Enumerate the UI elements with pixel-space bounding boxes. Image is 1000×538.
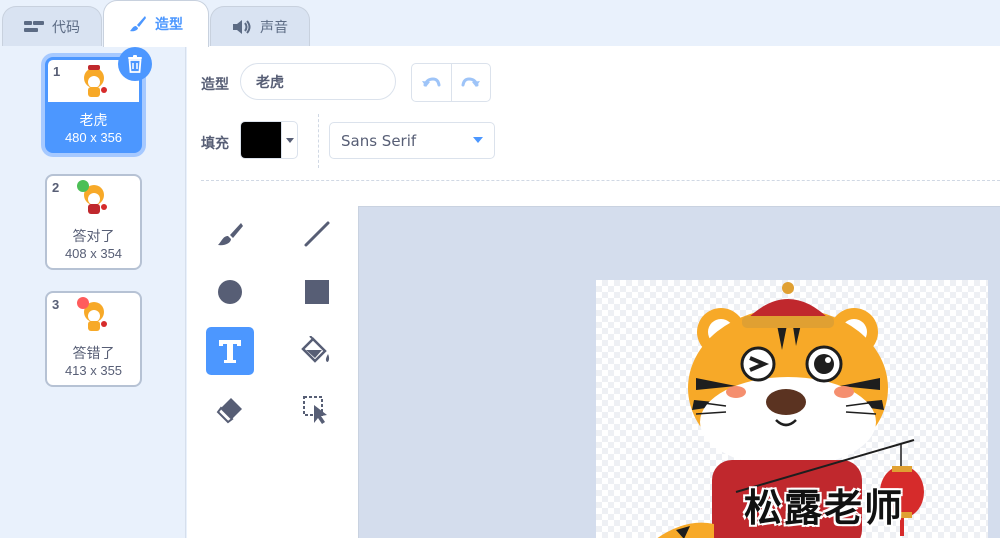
brush-tool[interactable] [206, 210, 254, 258]
fill-tool[interactable] [293, 327, 341, 375]
costume-name: 答对了 [72, 228, 115, 244]
chevron-down-icon [473, 137, 483, 143]
rectangle-tool[interactable] [293, 268, 341, 316]
toolbar-divider [318, 114, 319, 168]
text-tool[interactable] [206, 327, 254, 375]
costume-number: 1 [53, 64, 61, 79]
redo-button[interactable] [450, 64, 491, 101]
fill-color-picker[interactable] [240, 121, 298, 159]
paint-editor: 造型 填充 Sans Serif [187, 46, 1000, 538]
font-select[interactable]: Sans Serif [329, 122, 495, 159]
eraser-icon [216, 398, 242, 424]
brush-icon [130, 16, 146, 32]
redo-icon [461, 76, 480, 87]
costume-item-3[interactable]: 3 答错了 413 x 355 [45, 291, 142, 387]
cross-badge-icon [77, 297, 89, 309]
brush-icon [218, 223, 243, 246]
undo-button[interactable] [412, 64, 451, 101]
tab-costumes-label: 造型 [155, 16, 183, 32]
costume-number: 3 [52, 297, 60, 312]
costume-number: 2 [52, 180, 60, 195]
tiger-thumbnail-icon [83, 65, 107, 97]
canvas-area[interactable]: 松露老师 [358, 206, 1000, 538]
select-tool[interactable] [293, 386, 341, 434]
fill-color-swatch [241, 122, 281, 158]
tab-bar: 代码 造型 声音 [0, 0, 1000, 47]
line-icon [304, 221, 330, 247]
drawing-canvas[interactable]: 松露老师 [596, 280, 988, 538]
costume-size: 408 x 354 [64, 246, 123, 261]
trash-icon [128, 55, 142, 73]
code-icon [24, 20, 44, 32]
speaker-icon [233, 19, 251, 34]
tab-sounds-label: 声音 [260, 18, 288, 35]
costume-name-input[interactable] [240, 63, 396, 100]
toolbar-separator [201, 180, 1000, 181]
check-badge-icon [77, 180, 89, 192]
font-select-value: Sans Serif [341, 131, 417, 150]
delete-costume-button[interactable] [118, 47, 152, 81]
costume-thumbnail [47, 176, 140, 218]
fill-icon [301, 336, 330, 363]
costume-item-2[interactable]: 2 答对了 408 x 354 [45, 174, 142, 270]
watermark-text: 松露老师 [744, 486, 905, 530]
undo-icon [422, 76, 441, 87]
fill-label: 填充 [201, 135, 229, 151]
undo-redo-group [411, 63, 491, 102]
costume-size: 413 x 355 [64, 363, 123, 378]
costume-size: 480 x 356 [64, 130, 123, 145]
costume-thumbnail [47, 293, 140, 335]
select-icon [303, 396, 327, 424]
costume-name: 答错了 [72, 345, 115, 361]
tab-code[interactable]: 代码 [2, 6, 102, 46]
costume-list: 1 老虎 480 x 356 2 答对了 408 x 354 3 答错了 413… [0, 46, 186, 538]
circle-icon [218, 280, 242, 304]
text-icon [219, 340, 241, 363]
chevron-down-icon [281, 122, 297, 158]
line-tool[interactable] [293, 210, 341, 258]
costume-name: 老虎 [79, 112, 108, 128]
circle-tool[interactable] [206, 268, 254, 316]
tab-code-label: 代码 [52, 18, 80, 35]
tab-sounds[interactable]: 声音 [210, 6, 310, 46]
eraser-tool[interactable] [206, 386, 254, 434]
costume-name-label: 造型 [201, 76, 229, 92]
rectangle-icon [305, 280, 329, 304]
tab-costumes[interactable]: 造型 [103, 0, 209, 47]
